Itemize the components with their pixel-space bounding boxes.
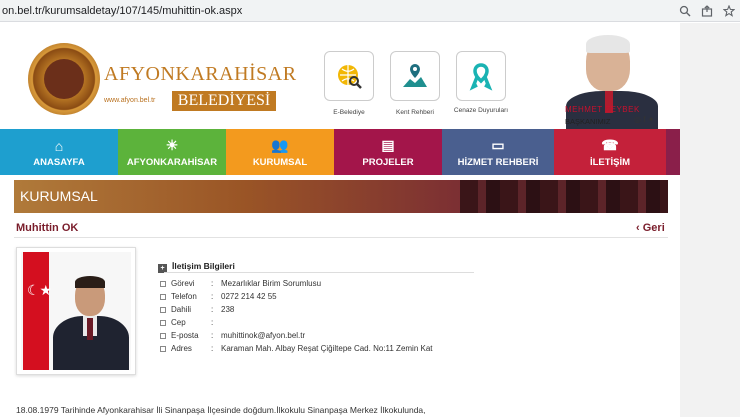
field-eposta[interactable]: E-posta: muhittinok@afyon.bel.tr (160, 331, 305, 340)
site-header: AFYONKARAHİSAR www.afyon.bel.tr BELEDİYE… (0, 23, 680, 129)
zoom-icon[interactable] (674, 0, 696, 22)
brand-url: www.afyon.bel.tr (104, 97, 156, 104)
field-adres: Adres: Karaman Mah. Albay Reşat Çiğiltepe… (160, 344, 433, 353)
bullet-icon (160, 280, 166, 287)
facebook-icon[interactable]: f (643, 115, 645, 124)
cenaze-duyurulari-button[interactable] (456, 51, 506, 101)
field-cep: Cep: (160, 318, 221, 327)
home-icon: ⌂ (54, 138, 64, 154)
banner-photo (460, 180, 668, 213)
kent-rehberi-button[interactable] (390, 51, 440, 101)
nav-item-hizmet-rehberi[interactable]: ▭ HİZMET REHBERİ (442, 129, 554, 175)
bullet-icon (160, 319, 166, 326)
share-icon[interactable] (696, 0, 718, 22)
field-gorevi: Görevi: Mezarlıklar Birim Sorumlusu (160, 279, 321, 288)
nav-item-projeler[interactable]: ▤ PROJELER (334, 129, 442, 175)
back-link[interactable]: ‹ Geri (636, 222, 665, 234)
cenaze-duyurulari-label: Cenaze Duyuruları (453, 107, 509, 114)
person-photo: ☾★ (16, 247, 136, 375)
bullet-icon (160, 306, 166, 313)
e-belediye-label: E-Belediye (333, 109, 365, 116)
page: AFYONKARAHİSAR www.afyon.bel.tr BELEDİYE… (0, 23, 740, 417)
instagram-icon[interactable]: ◎ (634, 115, 641, 124)
chevron-left-icon: ‹ (636, 222, 643, 234)
browser-address-bar: on.bel.tr/kurumsaldetay/107/145/muhittin… (0, 0, 740, 22)
globe-search-icon (338, 65, 362, 89)
phone-icon: ☎ (601, 137, 619, 153)
nav-item-iletisim[interactable]: ☎ İLETİŞİM (554, 129, 666, 175)
main-navigation: ⌂ ANASAYFA ☀ AFYONKARAHİSAR 👥 KURUMSAL ▤… (0, 129, 680, 175)
biography-text: 18.08.1979 Tarihinde Afyonkarahisar İli … (16, 405, 426, 415)
bullet-icon (160, 293, 166, 300)
field-telefon: Telefon:0272 214 42 55 (160, 292, 277, 301)
section-title: KURUMSAL (20, 188, 98, 204)
star-icon[interactable] (718, 0, 740, 22)
map-pin-icon (403, 64, 427, 87)
divider (14, 237, 668, 238)
field-dahili: Dahili:238 (160, 305, 234, 314)
bullet-icon (160, 332, 166, 339)
nav-filler (666, 129, 680, 175)
nav-item-afyonkarahisar[interactable]: ☀ AFYONKARAHİSAR (118, 129, 226, 175)
mayor-role: BAŞKANIMIZ (565, 117, 611, 126)
document-icon: ▤ (381, 137, 395, 153)
divider (164, 272, 474, 273)
url-field[interactable]: on.bel.tr/kurumsaldetay/107/145/muhittin… (0, 5, 674, 17)
turkish-flag: ☾★ (23, 252, 52, 370)
sun-icon: ☀ (165, 137, 179, 153)
page-title: Muhittin OK (16, 222, 79, 234)
chat-icon: ▭ (491, 137, 505, 153)
bullet-icon (160, 345, 166, 352)
mayor-name: MEHMET ZEYBEK (565, 105, 640, 114)
brand-title: AFYONKARAHİSAR (104, 63, 297, 85)
mayor-photo (560, 33, 672, 129)
nav-item-anasayfa[interactable]: ⌂ ANASAYFA (0, 129, 118, 175)
kent-rehberi-label: Kent Rehberi (396, 109, 434, 116)
brand-subtitle: BELEDİYESİ (172, 91, 276, 111)
municipality-logo[interactable] (28, 43, 100, 115)
ribbon-icon (469, 63, 493, 91)
twitter-icon[interactable]: ✦ (648, 115, 655, 124)
users-icon: 👥 (271, 137, 289, 153)
section-banner: KURUMSAL (14, 180, 668, 213)
nav-item-kurumsal[interactable]: 👥 KURUMSAL (226, 129, 334, 175)
e-belediye-button[interactable] (324, 51, 374, 101)
social-links[interactable]: ◎ f ✦ (634, 115, 654, 124)
